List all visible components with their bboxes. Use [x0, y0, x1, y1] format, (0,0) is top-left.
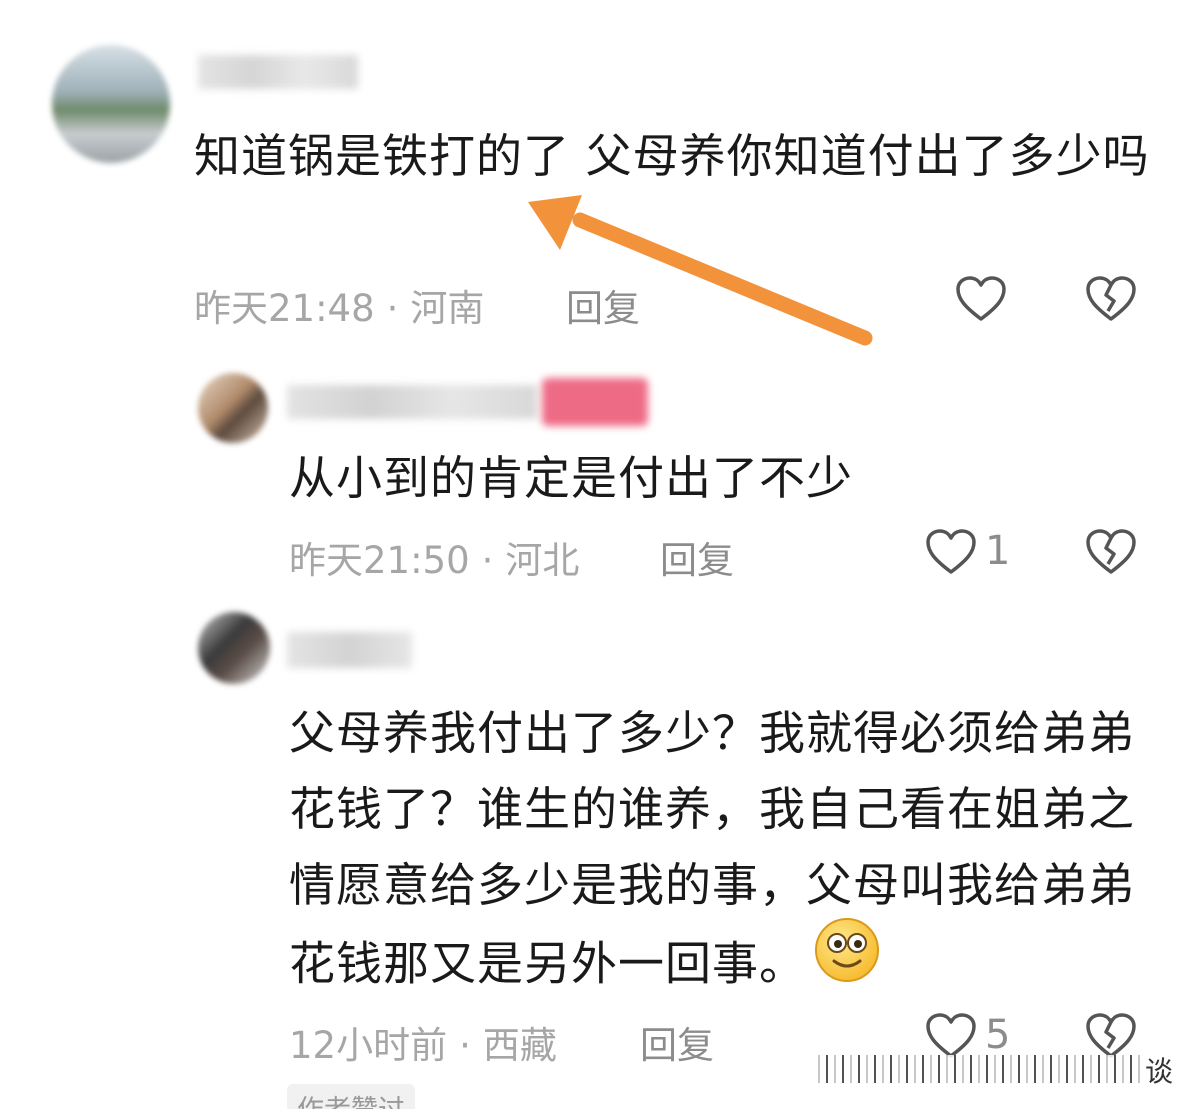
username-commenter-3[interactable]: [287, 632, 412, 668]
comment-2-time: 昨天21:50: [289, 539, 470, 582]
username-commenter-1[interactable]: [198, 55, 358, 89]
meta-separator: ·: [386, 287, 399, 330]
heart-outline-icon[interactable]: [925, 528, 977, 576]
user-badge-commenter-2: [542, 378, 648, 426]
comment-1-meta: 昨天21:48 · 河南: [194, 278, 484, 332]
broken-heart-icon[interactable]: [1085, 275, 1137, 323]
avatar-commenter-1[interactable]: [52, 45, 170, 163]
comment-2-text: 从小到的肯定是付出了不少: [289, 451, 853, 505]
avatar-commenter-2[interactable]: [198, 373, 268, 443]
comment-thread: 知道锅是铁打的了 父母养你知道付出了多少吗 昨天21:48 · 河南 回复 从小到的…: [0, 0, 1199, 1109]
comment-3-reply-button[interactable]: 回复: [640, 1015, 714, 1069]
comment-3-location: 西藏: [482, 1024, 557, 1067]
smiling-face-emoji-svg: [815, 918, 879, 982]
comment-3-time: 12小时前: [289, 1024, 448, 1067]
smiling-face-emoji: [814, 917, 880, 1005]
comment-3-text: 父母养我付出了多少？我就得必须给弟弟花钱了？谁生的谁养，我自己看在姐弟之情愿意给…: [289, 695, 1159, 1011]
heart-outline-icon[interactable]: [955, 275, 1007, 323]
comment-3-text-content: 父母养我付出了多少？我就得必须给弟弟花钱了？谁生的谁养，我自己看在姐弟之情愿意给…: [289, 706, 1135, 991]
meta-separator: ·: [459, 1024, 471, 1067]
heart-outline-icon[interactable]: [925, 1012, 977, 1060]
comment-2-meta: 昨天21:50 · 河北: [289, 530, 579, 584]
comment-1-time: 昨天21:48: [194, 287, 375, 330]
comment-2-like-count: 1: [985, 528, 1011, 574]
username-commenter-2[interactable]: [287, 385, 537, 419]
comment-1-text: 知道锅是铁打的了 父母养你知道付出了多少吗: [194, 129, 1150, 183]
avatar-commenter-3[interactable]: [198, 612, 270, 684]
watermark-text: 谈: [1145, 1055, 1174, 1088]
meta-separator: ·: [481, 539, 494, 582]
comment-3-like-count: 5: [985, 1012, 1011, 1058]
comment-2-location: 河北: [505, 539, 580, 582]
broken-heart-icon[interactable]: [1085, 528, 1137, 576]
comment-1-location: 河南: [410, 287, 485, 330]
broken-heart-icon[interactable]: [1085, 1012, 1137, 1060]
watermark-bar: [812, 1055, 1142, 1083]
comment-3-meta: 12小时前 · 西藏: [289, 1015, 557, 1069]
orange-arrow: [528, 195, 873, 346]
comment-2-reply-button[interactable]: 回复: [660, 530, 734, 584]
author-liked-badge: 作者赞过: [287, 1084, 415, 1109]
